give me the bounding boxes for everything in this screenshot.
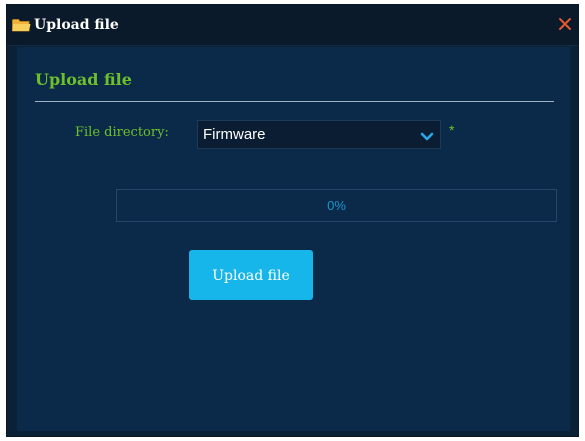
required-asterisk: * [449, 122, 455, 138]
file-directory-select[interactable]: Firmware [197, 120, 441, 149]
chevron-down-icon[interactable] [420, 129, 434, 141]
upload-progress-bar: 0% [116, 189, 557, 222]
file-directory-value: Firmware [203, 126, 266, 143]
dialog-titlebar[interactable]: Upload file [7, 5, 578, 46]
dialog-title: Upload file [34, 17, 119, 33]
close-icon[interactable] [558, 17, 572, 31]
folder-icon [12, 18, 31, 32]
section-title: Upload file [35, 70, 132, 89]
upload-file-button[interactable]: Upload file [189, 250, 313, 300]
progress-text: 0% [327, 198, 346, 213]
upload-file-dialog: Upload file Upload file File directory: … [6, 4, 579, 437]
section-divider [35, 101, 554, 102]
dialog-content: Upload file File directory: Firmware * 0… [17, 47, 570, 431]
file-directory-label: File directory: [75, 125, 169, 140]
